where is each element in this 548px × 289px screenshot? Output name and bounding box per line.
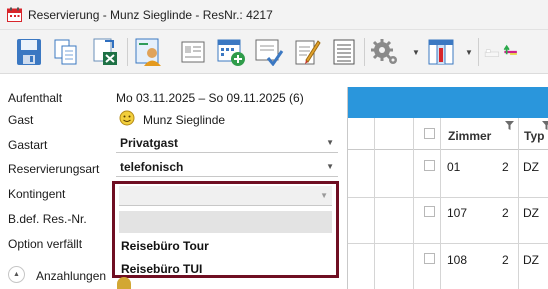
row-count: 2 (502, 160, 509, 174)
row-checkbox[interactable] (424, 253, 435, 264)
title-bar: Reservierung - Munz Sieglinde - ResNr.: … (0, 0, 548, 30)
anzahlungen-icon (117, 277, 131, 289)
kontingent-dropdown: ▼ Reisebüro Tour Reisebüro TUI (112, 181, 339, 278)
reservierungsart-selected-value: telefonisch (120, 160, 184, 174)
list-document-button[interactable] (327, 34, 361, 70)
gast-value[interactable]: Munz Sieglinde (143, 113, 225, 127)
row-typ: DZ (523, 160, 539, 174)
toolbar-separator (127, 38, 128, 66)
bdef-resnr-label: B.def. Res.-Nr. (8, 212, 87, 226)
anzahlungen-label: Anzahlungen (36, 269, 107, 283)
select-all-checkbox[interactable] (424, 128, 435, 139)
column-header-zimmer[interactable]: Zimmer (448, 129, 491, 143)
option-verfaellt-label: Option verfällt (8, 237, 83, 251)
kontingent-select[interactable]: ▼ (119, 186, 332, 206)
filter-icon[interactable] (542, 121, 548, 130)
column-divider (374, 118, 375, 289)
row-divider (348, 197, 548, 198)
kontingent-option-reisebuero-tour[interactable]: Reisebüro Tour (121, 239, 209, 253)
guest-card-icon (135, 38, 161, 66)
kontingent-option-reisebuero-tui[interactable]: Reisebüro TUI (121, 262, 202, 276)
column-divider (518, 118, 519, 289)
row-count: 2 (502, 206, 509, 220)
app-calendar-icon (7, 7, 22, 22)
confirm-document-button[interactable] (252, 34, 286, 70)
row-zimmer[interactable]: 108 (447, 253, 467, 267)
toolbar: ▼ ▼ (0, 30, 548, 74)
guest-card-button[interactable] (132, 34, 166, 70)
chevron-down-icon: ▼ (320, 191, 328, 200)
column-layout-button[interactable] (424, 34, 458, 70)
calendar-add-icon (217, 39, 245, 66)
guest-smiley-icon (119, 110, 135, 126)
toolbar-separator (478, 38, 479, 66)
kontingent-label: Kontingent (8, 187, 66, 201)
row-zimmer[interactable]: 107 (447, 206, 467, 220)
settings-gear-icon (371, 39, 397, 64)
column-header-typ[interactable]: Typ (524, 129, 544, 143)
filter-icon[interactable] (505, 121, 514, 130)
registration-form-button[interactable] (176, 34, 210, 70)
registration-form-icon (181, 41, 205, 63)
room-bed-icon (484, 44, 517, 57)
row-typ: DZ (523, 206, 539, 220)
save-icon (17, 39, 41, 65)
calendar-add-button[interactable] (214, 34, 248, 70)
gastart-select[interactable]: Privatgast ▼ (116, 133, 338, 153)
reservierungsart-select[interactable]: telefonisch ▼ (116, 157, 338, 177)
row-checkbox[interactable] (424, 206, 435, 217)
window-title: Reservierung - Munz Sieglinde - ResNr.: … (28, 8, 273, 22)
reservierungsart-label: Reservierungsart (8, 162, 100, 176)
column-divider (440, 118, 441, 289)
chevron-up-icon: ▲ (13, 271, 20, 278)
edit-document-button[interactable] (290, 34, 324, 70)
edit-document-icon (295, 40, 321, 65)
gast-label: Gast (8, 113, 34, 127)
row-count: 2 (502, 253, 509, 267)
kontingent-option-empty[interactable] (119, 211, 332, 233)
aufenthalt-value: Mo 03.11.2025 – So 09.11.2025 (6) (116, 91, 304, 105)
row-zimmer[interactable]: 01 (447, 160, 460, 174)
row-divider (348, 243, 548, 244)
chevron-down-icon: ▼ (326, 162, 334, 171)
chevron-down-icon: ▼ (326, 138, 334, 147)
chevron-down-icon[interactable]: ▼ (465, 48, 473, 57)
row-typ: DZ (523, 253, 539, 267)
expand-anzahlungen-button[interactable]: ▲ (8, 266, 25, 283)
row-checkbox[interactable] (424, 160, 435, 171)
save-button[interactable] (12, 34, 46, 70)
excel-export-button[interactable] (88, 34, 122, 70)
chevron-down-icon[interactable]: ▼ (412, 48, 420, 57)
gastart-selected-value: Privatgast (120, 136, 179, 150)
list-document-icon (333, 39, 355, 65)
room-grid: Zimmer Typ 01 2 DZ 107 2 DZ 108 2 DZ (347, 87, 548, 289)
grid-group-header (348, 87, 548, 118)
excel-export-icon (93, 38, 117, 65)
aufenthalt-label: Aufenthalt (8, 91, 63, 105)
settings-gear-button[interactable] (368, 34, 402, 70)
gastart-label: Gastart (8, 138, 48, 152)
room-bed-button[interactable] (484, 34, 518, 70)
copy-icon (54, 39, 77, 65)
copy-button[interactable] (49, 34, 83, 70)
column-divider (413, 118, 414, 289)
confirm-document-icon (255, 39, 284, 66)
toolbar-separator (364, 38, 365, 66)
column-layout-icon (428, 39, 454, 65)
